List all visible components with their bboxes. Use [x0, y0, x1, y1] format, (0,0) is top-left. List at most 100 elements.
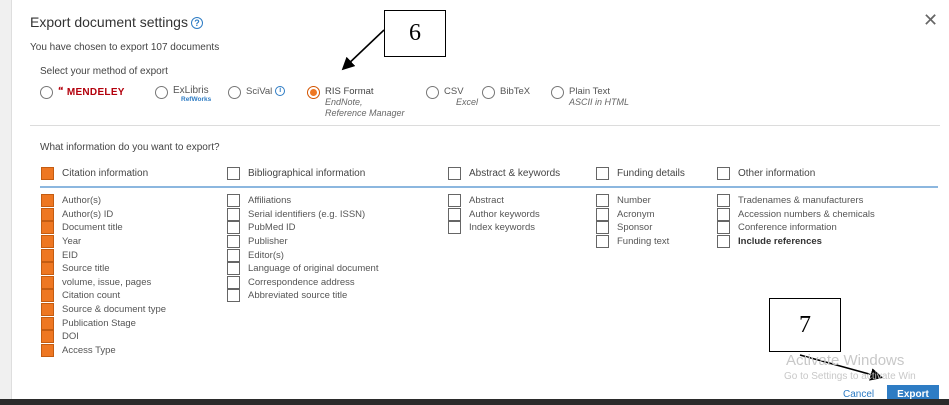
field-checkbox[interactable] [717, 221, 730, 235]
category-abstract-label: Abstract & keywords [469, 168, 561, 179]
field-label: Acronym [617, 208, 655, 220]
field-item[interactable]: Serial identifiers (e.g. ISSN) [227, 207, 378, 222]
field-label: Affiliations [248, 195, 292, 207]
field-item[interactable]: EID [41, 248, 166, 262]
field-checkbox[interactable] [41, 275, 54, 289]
field-item[interactable]: Sponsor [596, 221, 669, 235]
field-item[interactable]: volume, issue, pages [41, 275, 166, 290]
field-checkbox[interactable] [227, 221, 240, 235]
field-item[interactable]: Year [41, 235, 166, 249]
field-item[interactable]: Tradenames & manufacturers [717, 194, 875, 208]
citation-checkbox[interactable] [41, 167, 54, 180]
abstract-checkbox[interactable] [448, 167, 461, 180]
field-checkbox[interactable] [227, 248, 240, 262]
field-item[interactable]: Source title [41, 262, 166, 276]
field-item[interactable]: Publisher [227, 235, 378, 249]
category-funding[interactable]: Funding details [596, 167, 685, 180]
funding-column: Number Acronym Sponsor Funding text [596, 194, 669, 249]
arrow-6 [341, 29, 385, 71]
field-item[interactable]: DOI [41, 330, 166, 344]
field-label: Serial identifiers (e.g. ISSN) [248, 208, 366, 220]
field-label: Abstract [469, 195, 504, 207]
field-label: EID [62, 249, 78, 261]
field-label: Sponsor [617, 222, 653, 234]
field-checkbox[interactable] [227, 207, 240, 221]
category-other-label: Other information [738, 168, 816, 179]
field-label: Abbreviated source title [248, 290, 348, 302]
field-item[interactable]: PubMed ID [227, 221, 378, 235]
category-citation[interactable]: Citation information [41, 167, 148, 180]
field-checkbox[interactable] [41, 207, 54, 221]
field-checkbox[interactable] [41, 194, 54, 208]
field-label: DOI [62, 331, 79, 343]
category-other[interactable]: Other information [717, 167, 815, 180]
field-item[interactable]: Author(s) ID [41, 207, 166, 222]
field-checkbox[interactable] [41, 248, 54, 262]
category-abstract[interactable]: Abstract & keywords [448, 167, 560, 180]
field-item[interactable]: Correspondence address [227, 275, 378, 290]
field-checkbox[interactable] [717, 207, 730, 221]
field-label: Access Type [62, 344, 116, 356]
field-item[interactable]: Editor(s) [227, 248, 378, 262]
field-item[interactable]: Access Type [41, 343, 166, 358]
field-checkbox[interactable] [448, 221, 461, 235]
activate-windows-subtext: Go to Settings to activate Win [784, 371, 916, 382]
field-item[interactable]: Abbreviated source title [227, 289, 378, 303]
field-checkbox[interactable] [41, 303, 54, 317]
field-checkbox[interactable] [41, 221, 54, 235]
citation-column: Author(s) Author(s) ID Document title Ye… [41, 194, 166, 357]
field-checkbox[interactable] [41, 343, 54, 357]
field-checkbox[interactable] [41, 330, 54, 344]
field-checkbox[interactable] [227, 262, 240, 276]
field-item[interactable]: Number [596, 194, 669, 208]
funding-checkbox[interactable] [596, 167, 609, 180]
field-checkbox[interactable] [448, 207, 461, 221]
field-item[interactable]: Acronym [596, 207, 669, 222]
field-checkbox[interactable] [227, 194, 240, 208]
field-item[interactable]: Index keywords [448, 221, 540, 235]
field-item[interactable]: Source & document type [41, 303, 166, 317]
field-checkbox[interactable] [717, 235, 730, 249]
field-item[interactable]: Abstract [448, 194, 540, 208]
category-bibliographical[interactable]: Bibliographical information [227, 167, 365, 180]
field-checkbox[interactable] [596, 221, 609, 235]
field-item[interactable]: Citation count [41, 289, 166, 303]
field-label: Source & document type [62, 304, 167, 316]
field-item[interactable]: Author(s) [41, 194, 166, 208]
field-checkbox[interactable] [596, 207, 609, 221]
field-checkbox[interactable] [596, 235, 609, 249]
field-label: Correspondence address [248, 276, 355, 288]
field-item[interactable]: Document title [41, 221, 166, 235]
field-checkbox[interactable] [717, 194, 730, 208]
field-item[interactable]: Language of original document [227, 262, 378, 276]
field-item[interactable]: Accession numbers & chemicals [717, 207, 875, 222]
field-label: Include references [738, 236, 822, 248]
bibliographical-checkbox[interactable] [227, 167, 240, 180]
field-label: Language of original document [248, 263, 379, 275]
other-checkbox[interactable] [717, 167, 730, 180]
field-item-include-references[interactable]: Include references [717, 235, 875, 249]
field-label: volume, issue, pages [62, 276, 152, 288]
field-checkbox[interactable] [227, 235, 240, 249]
field-checkbox[interactable] [41, 262, 54, 276]
field-label: Tradenames & manufacturers [738, 195, 864, 207]
field-checkbox[interactable] [41, 316, 54, 330]
field-label: Year [62, 236, 82, 248]
field-item[interactable]: Author keywords [448, 207, 540, 222]
category-citation-label: Citation information [62, 168, 149, 179]
field-checkbox[interactable] [227, 289, 240, 303]
field-label: Editor(s) [248, 249, 284, 261]
field-item[interactable]: Funding text [596, 235, 669, 249]
field-checkbox[interactable] [41, 289, 54, 303]
category-bibliographical-label: Bibliographical information [248, 168, 366, 179]
field-item[interactable]: Publication Stage [41, 316, 166, 330]
field-label: Document title [62, 222, 123, 234]
field-checkbox[interactable] [227, 275, 240, 289]
field-item[interactable]: Affiliations [227, 194, 378, 208]
field-checkbox[interactable] [596, 194, 609, 208]
field-checkbox[interactable] [448, 194, 461, 208]
field-label: Author keywords [469, 208, 540, 220]
field-checkbox[interactable] [41, 235, 54, 249]
other-column: Tradenames & manufacturers Accession num… [717, 194, 875, 249]
field-item[interactable]: Conference information [717, 221, 875, 235]
